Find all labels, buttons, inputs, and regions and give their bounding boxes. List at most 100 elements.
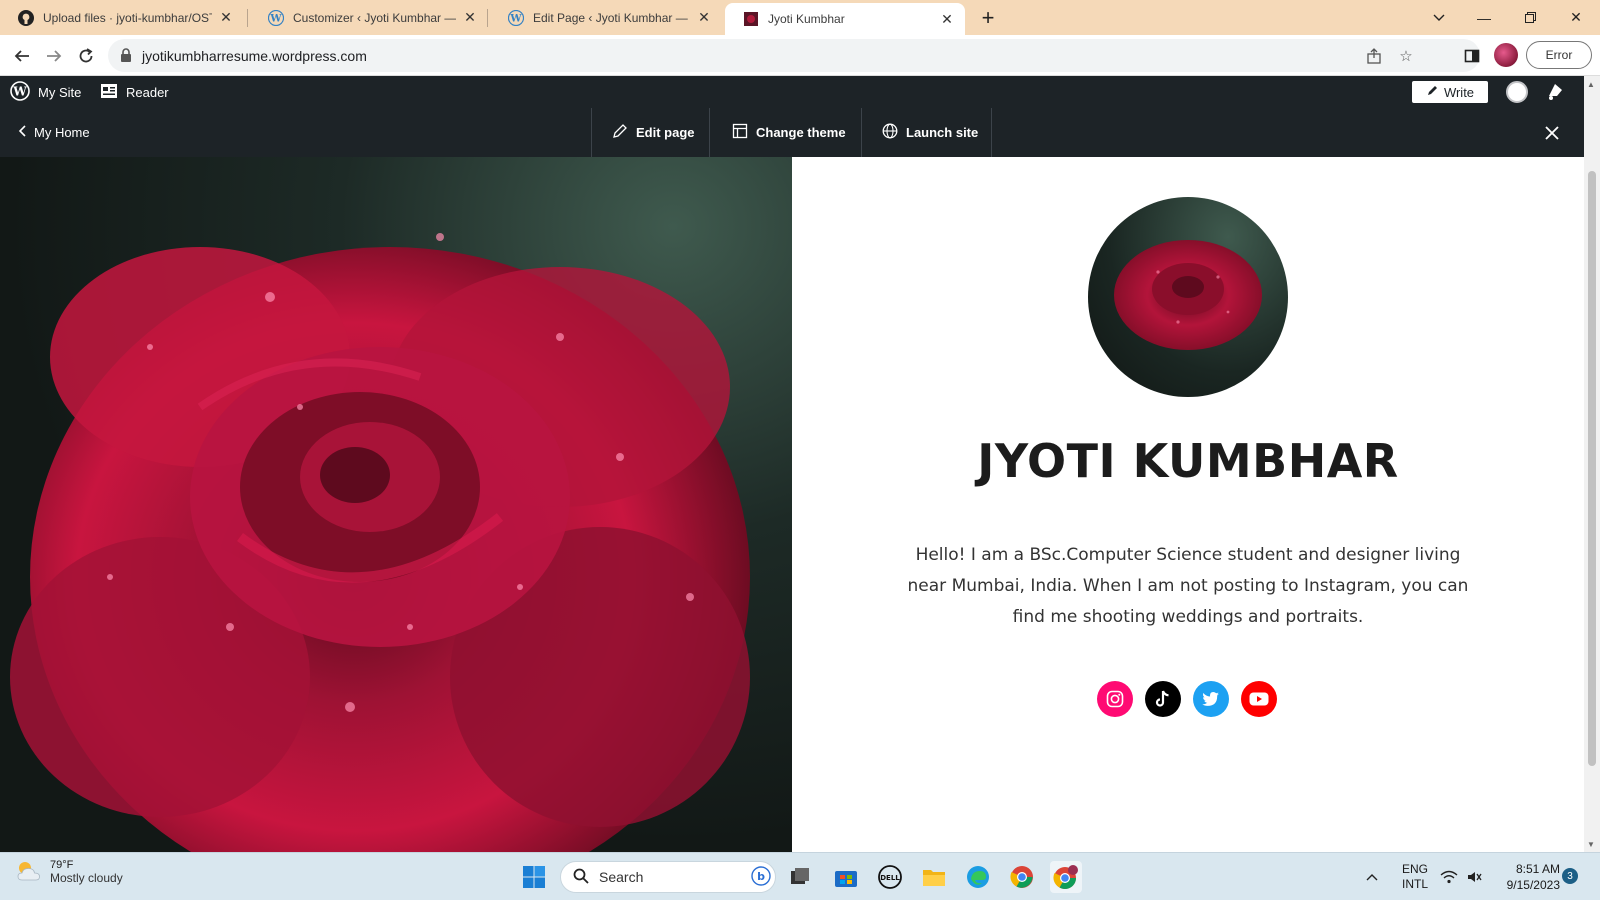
my-site-link[interactable]: W My Site [10, 76, 81, 108]
write-label: Write [1443, 84, 1475, 100]
tab-title: Edit Page ‹ Jyoti Kumbhar — Wor [533, 10, 690, 25]
task-view-icon[interactable] [784, 861, 816, 893]
restore-button[interactable] [1507, 0, 1553, 35]
tab-customizer[interactable]: W Customizer ‹ Jyoti Kumbhar — W ✕ [250, 0, 488, 35]
microsoft-store-icon[interactable] [830, 861, 862, 893]
change-theme-button[interactable]: Change theme [732, 108, 846, 157]
close-window-button[interactable]: ✕ [1553, 0, 1599, 35]
chrome-profile-window-icon[interactable] [1050, 861, 1082, 893]
cloudy-weather-icon [16, 860, 42, 885]
back-arrow-icon[interactable] [8, 42, 36, 70]
windows-taskbar: 79°F Mostly cloudy Search b DELL ENG INT… [0, 852, 1600, 900]
edit-page-label: Edit page [636, 125, 695, 140]
tab-search-chevron-icon[interactable] [1416, 0, 1462, 35]
scroll-up-arrow-icon[interactable]: ▲ [1587, 80, 1595, 89]
instagram-icon[interactable] [1097, 681, 1133, 717]
address-bar[interactable]: jyotikumbharresume.wordpress.com ☆ [108, 39, 1480, 72]
site-favicon-icon [743, 11, 759, 27]
scroll-down-arrow-icon[interactable]: ▼ [1587, 840, 1595, 849]
twitter-icon[interactable] [1193, 681, 1229, 717]
svg-text:W: W [509, 13, 522, 24]
tab-close-icon[interactable]: ✕ [939, 11, 955, 28]
tab-close-icon[interactable]: ✕ [696, 9, 712, 26]
clock-date: 9/15/2023 [1506, 878, 1560, 892]
tab-title: Upload files · jyoti-kumbhar/OST [43, 10, 212, 25]
chrome-browser-icon[interactable] [1006, 861, 1038, 893]
site-preview-bar: My Home Edit page Change theme Launch si… [0, 108, 1584, 157]
reader-link[interactable]: Reader [100, 76, 169, 108]
page-scrollbar[interactable]: ▲ ▼ [1584, 76, 1600, 852]
notifications-bell-icon[interactable] [1545, 82, 1565, 105]
minimize-button[interactable]: — [1461, 0, 1507, 35]
youtube-icon[interactable] [1241, 681, 1277, 717]
svg-text:W: W [269, 13, 282, 24]
tab-github-upload[interactable]: Upload files · jyoti-kumbhar/OST ✕ [0, 0, 244, 35]
battery-volume-icon[interactable] [1466, 853, 1482, 900]
search-icon [573, 868, 589, 887]
tab-close-icon[interactable]: ✕ [218, 9, 234, 26]
pencil-icon [612, 123, 628, 142]
new-tab-button[interactable]: + [976, 5, 1000, 31]
bookmark-star-icon[interactable]: ☆ [1396, 46, 1416, 66]
weather-condition: Mostly cloudy [50, 871, 123, 885]
close-preview-icon[interactable] [1545, 108, 1559, 157]
layout-icon [732, 123, 748, 142]
bing-icon[interactable]: b [751, 865, 771, 889]
notification-count-badge[interactable]: 3 [1562, 868, 1578, 884]
weather-widget[interactable]: 79°F Mostly cloudy [16, 859, 123, 885]
browser-toolbar: jyotikumbharresume.wordpress.com ☆ Error [0, 35, 1600, 76]
reader-icon [100, 83, 118, 102]
tab-close-icon[interactable]: ✕ [462, 9, 478, 26]
profile-avatar[interactable] [1494, 43, 1518, 67]
pen-icon [1426, 85, 1438, 100]
tab-jyoti-kumbhar[interactable]: Jyoti Kumbhar ✕ [725, 3, 965, 35]
side-panel-icon[interactable] [1458, 42, 1486, 70]
reader-label: Reader [126, 84, 169, 100]
dell-icon[interactable]: DELL [874, 861, 906, 893]
site-title: JYOTI KUMBHAR [977, 434, 1399, 488]
clock-time: 8:51 AM [1515, 862, 1560, 876]
tiktok-icon[interactable] [1145, 681, 1181, 717]
user-avatar[interactable] [1506, 81, 1528, 103]
share-icon[interactable] [1364, 46, 1384, 66]
url-text: jyotikumbharresume.wordpress.com [142, 48, 367, 64]
windows-start-icon[interactable] [518, 861, 550, 893]
github-icon [18, 9, 34, 26]
forward-arrow-icon[interactable] [40, 42, 68, 70]
keyboard-layout: INTL [1402, 877, 1429, 891]
taskbar-search[interactable]: Search b [560, 861, 776, 893]
search-placeholder: Search [599, 869, 644, 885]
my-home-label: My Home [34, 125, 90, 140]
launch-site-button[interactable]: Launch site [882, 108, 978, 157]
wifi-icon[interactable] [1440, 853, 1458, 900]
write-button[interactable]: Write [1412, 81, 1488, 103]
tab-edit-page[interactable]: W Edit Page ‹ Jyoti Kumbhar — Wor ✕ [490, 0, 722, 35]
wordpress-icon: W [508, 9, 524, 26]
site-content: JYOTI KUMBHAR Hello! I am a BSc.Computer… [0, 157, 1584, 852]
weather-temperature: 79°F [50, 859, 74, 871]
change-theme-label: Change theme [756, 125, 846, 140]
edge-browser-icon[interactable] [962, 861, 994, 893]
input-language-indicator[interactable]: ENG INTL [1402, 853, 1428, 900]
my-home-link[interactable]: My Home [18, 108, 90, 157]
language-code: ENG [1402, 862, 1429, 876]
edit-page-button[interactable]: Edit page [612, 108, 695, 157]
hero-rose-image [0, 157, 792, 852]
social-links [1097, 681, 1277, 717]
browser-tab-strip: Upload files · jyoti-kumbhar/OST ✕ W Cus… [0, 0, 1600, 35]
svg-text:DELL: DELL [880, 874, 900, 882]
tray-overflow-chevron-icon[interactable] [1366, 853, 1378, 900]
reload-icon[interactable] [72, 42, 100, 70]
wordpress-icon: W [268, 9, 284, 26]
lock-icon[interactable] [120, 48, 132, 67]
wordpress-logo-icon: W [10, 80, 30, 104]
chevron-left-icon [18, 125, 26, 140]
file-explorer-icon[interactable] [918, 861, 950, 893]
profile-error-button[interactable]: Error [1526, 41, 1592, 69]
globe-icon [882, 123, 898, 142]
launch-site-label: Launch site [906, 125, 979, 140]
scroll-thumb[interactable] [1588, 171, 1596, 766]
wp-admin-bar: W My Site Reader Write [0, 76, 1584, 108]
system-clock[interactable]: 8:51 AM 9/15/2023 [1500, 861, 1560, 893]
profile-image [1088, 197, 1288, 397]
